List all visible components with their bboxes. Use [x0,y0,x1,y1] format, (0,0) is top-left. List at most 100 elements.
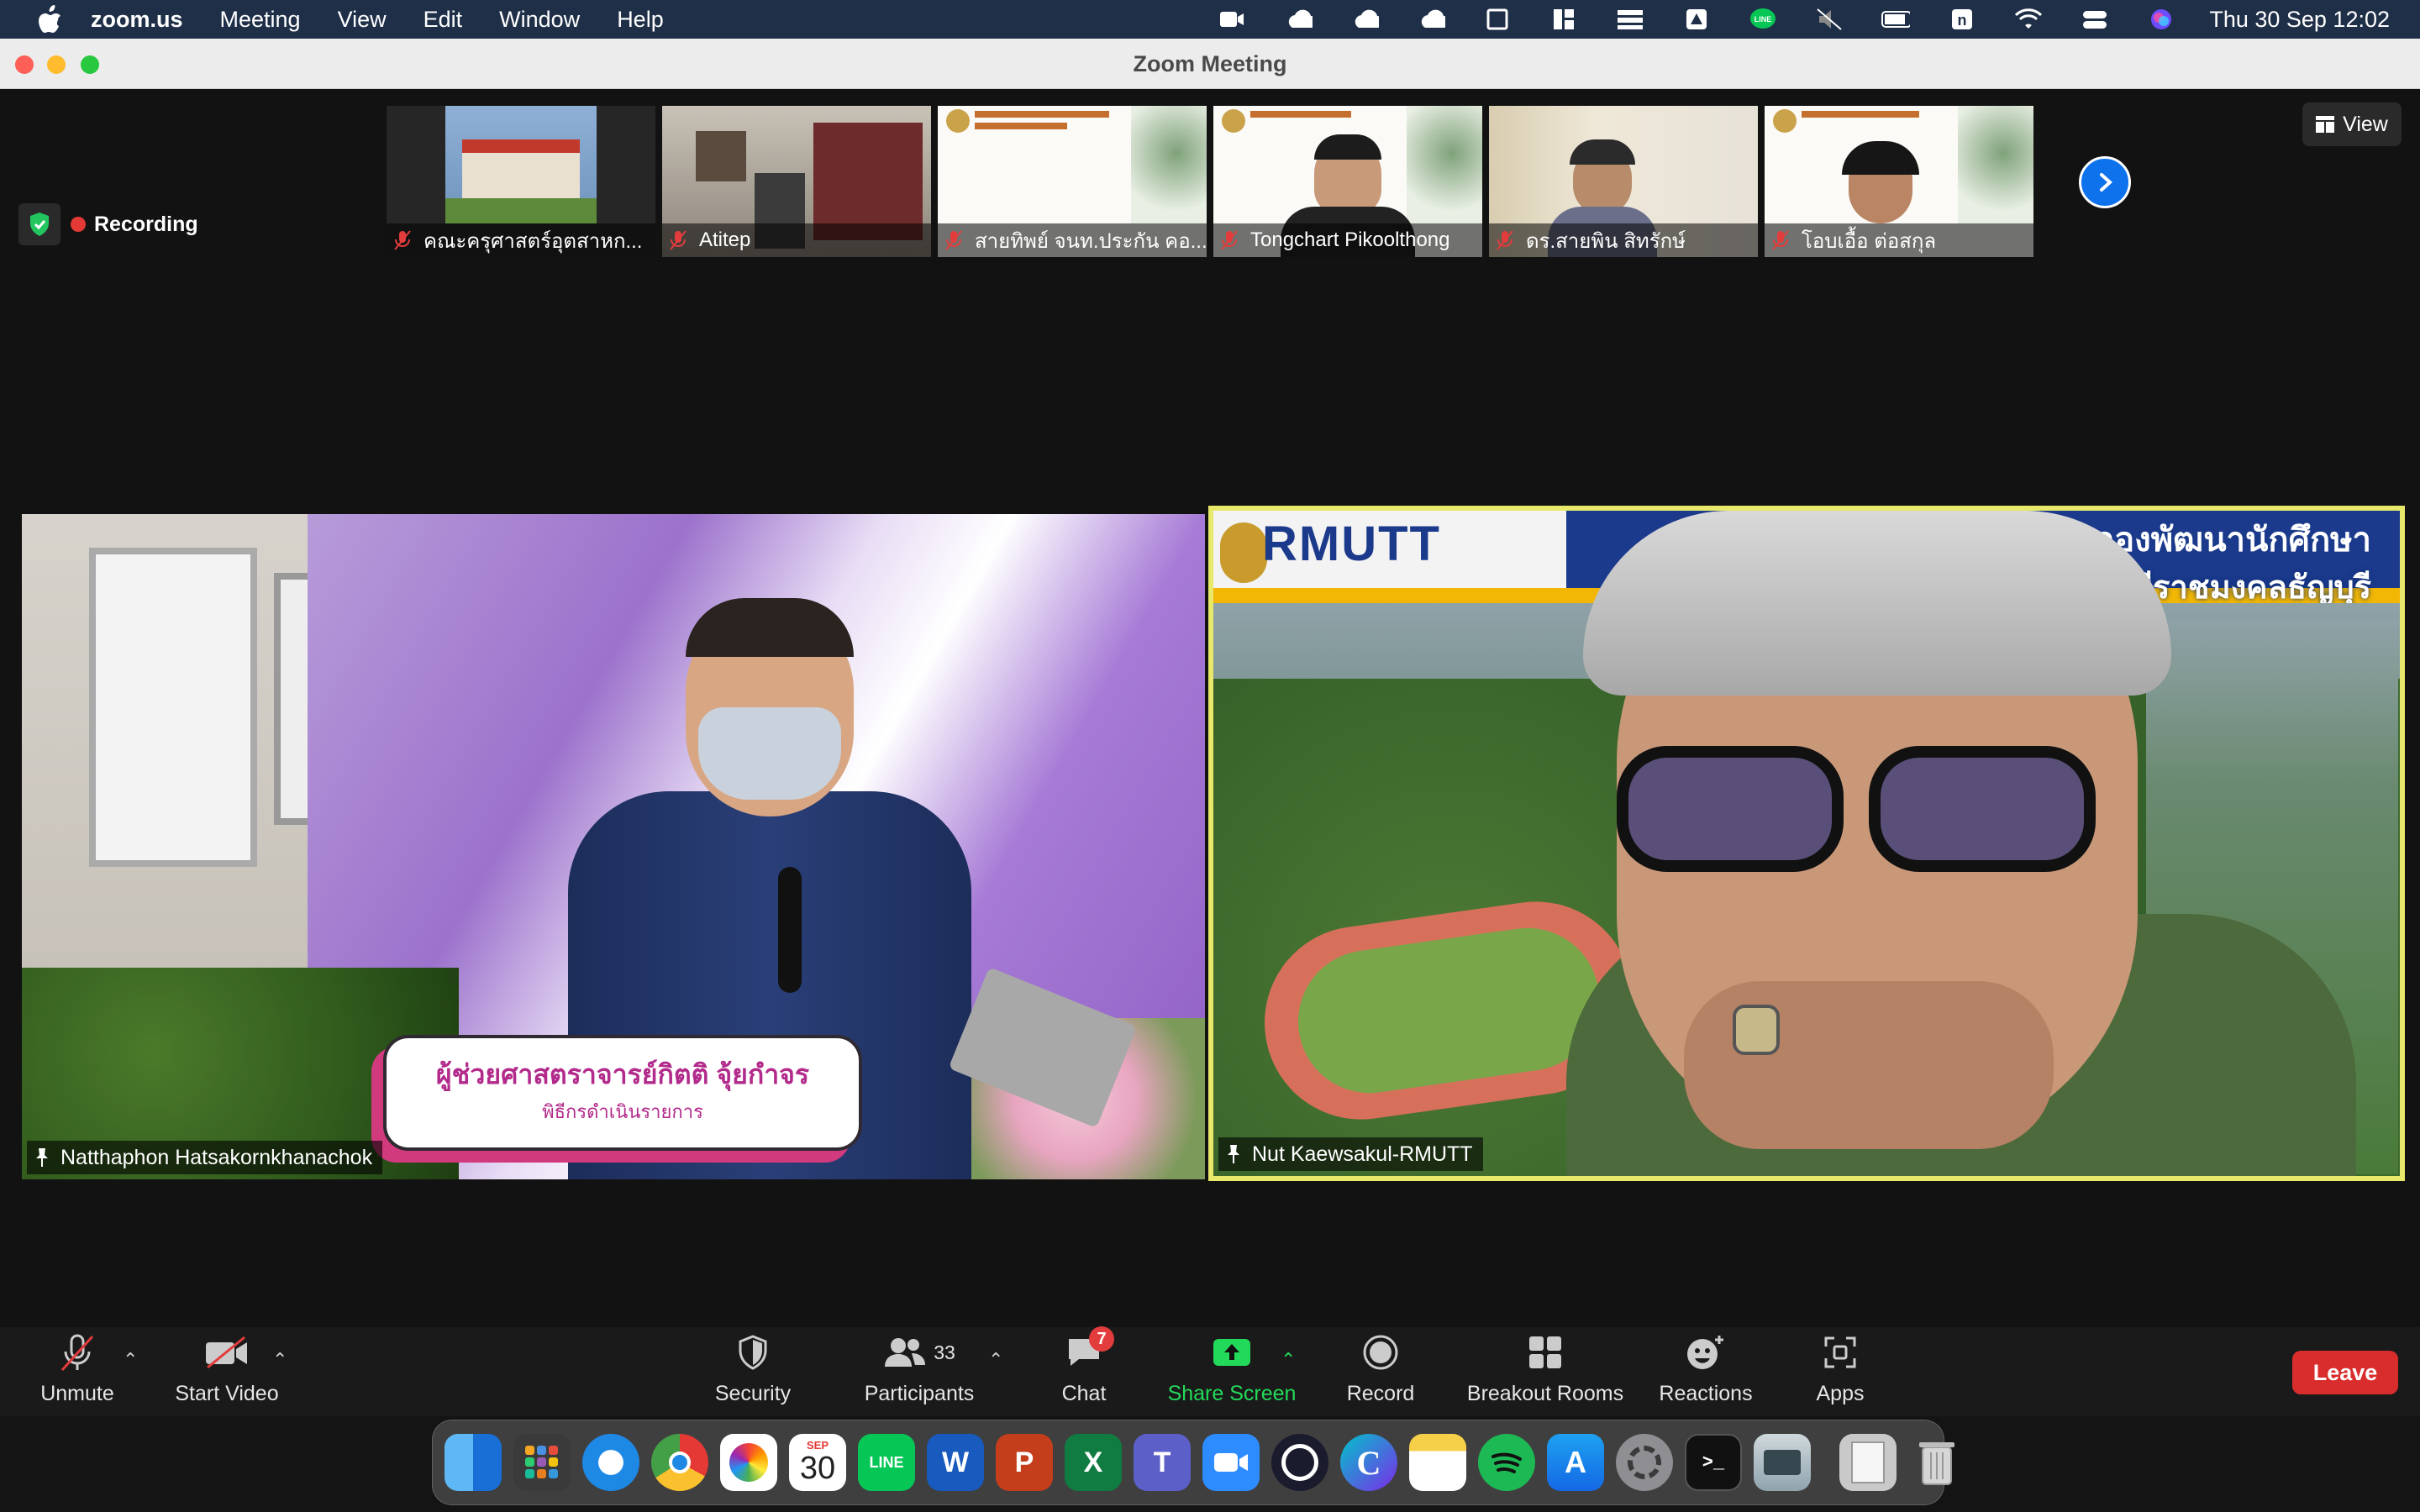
video-off-icon [206,1336,247,1369]
menu-edit[interactable]: Edit [424,7,463,33]
participant-name: Atitep [699,228,751,251]
menu-help[interactable]: Help [617,7,664,33]
app-store-icon[interactable]: A [1547,1434,1604,1491]
recording-indicator[interactable]: Recording [18,203,198,245]
banner-line1: กองพัฒนานักศึกษา [2093,522,2371,559]
wifi-icon[interactable] [2014,7,2043,32]
zoom-dock-icon[interactable] [1202,1434,1260,1491]
calendar-icon[interactable]: SEP 30 [789,1434,846,1491]
excel-icon[interactable]: X [1065,1434,1122,1491]
pin-icon [36,1148,48,1167]
face-mask [698,707,841,800]
layout-icon[interactable] [1549,7,1578,32]
control-center-icon[interactable] [2081,7,2109,32]
participants-options-caret[interactable]: ⌃ [988,1349,1003,1371]
safari-icon[interactable] [582,1434,639,1491]
breakout-rooms-label: Breakout Rooms [1466,1382,1624,1405]
menu-window[interactable]: Window [499,7,580,33]
participant-thumbnail[interactable]: สายทิพย์ จนท.ประกัน คอ... [938,106,1207,257]
trash-icon[interactable] [1908,1434,1965,1491]
pin-icon [1228,1145,1239,1163]
muted-audio-icon[interactable] [1815,7,1844,32]
encryption-shield-icon[interactable] [18,203,60,245]
menu-meeting[interactable]: Meeting [220,7,301,33]
cloud-icon[interactable] [1284,7,1313,32]
photos-icon[interactable] [720,1434,777,1491]
chat-label: Chat [1061,1382,1107,1405]
view-button[interactable]: View [2302,102,2402,146]
leave-button[interactable]: Leave [2292,1351,2398,1394]
documents-folder-icon[interactable] [1839,1434,1897,1491]
siri-icon[interactable] [2147,7,2175,32]
menu-view[interactable]: View [338,7,387,33]
start-video-button[interactable]: Start Video [165,1327,289,1416]
share-options-caret[interactable]: ⌃ [1281,1349,1296,1371]
battery-icon[interactable] [1881,7,1911,32]
cloud-icon[interactable] [1417,7,1446,32]
notion-icon[interactable]: n [1948,7,1976,32]
participant-thumbnail[interactable]: ดร.สายพิน สิทรักษ์ [1489,106,1758,257]
participant-thumbnail[interactable]: คณะครุศาสตร์อุตสาหก... [387,106,655,257]
line-app-icon[interactable]: LINE [858,1434,915,1491]
record-button[interactable]: Record [1343,1327,1418,1416]
leaf-decoration [1131,106,1207,223]
powerpoint-icon[interactable]: P [996,1434,1053,1491]
share-screen-button[interactable]: Share Screen [1163,1327,1301,1416]
finder-icon[interactable] [445,1434,502,1491]
chat-button[interactable]: 7 Chat [1050,1326,1118,1416]
menu-clock[interactable]: Thu 30 Sep 12:02 [2209,7,2390,33]
zoom-tray-icon[interactable] [1218,7,1246,32]
next-page-button[interactable] [2079,156,2131,208]
drive-icon[interactable] [1682,7,1711,32]
participants-count: 33 [934,1341,955,1363]
participant-thumbnail[interactable]: Tongchart Pikoolthong [1213,106,1482,257]
share-screen-label: Share Screen [1167,1382,1297,1405]
seal-logo [946,109,970,133]
obs-icon[interactable] [1271,1434,1328,1491]
overlay-title: ผู้ช่วยศาสตราจารย์กิตติ จุ้ยกำจร [435,1059,810,1089]
mic-muted-icon [670,230,687,250]
participant-thumbnail[interactable]: Atitep [662,106,931,257]
spotify-icon[interactable] [1478,1434,1535,1491]
reactions-button[interactable]: Reactions [1655,1327,1756,1416]
chrome-icon[interactable] [651,1434,708,1491]
audio-options-caret[interactable]: ⌃ [123,1349,138,1371]
word-icon[interactable]: W [927,1434,984,1491]
stack-icon[interactable] [1616,7,1644,32]
apps-button[interactable]: Apps [1807,1327,1874,1416]
menu-app-name[interactable]: zoom.us [91,7,183,33]
participants-button[interactable]: 33 Participants [860,1327,978,1416]
participant-name: คณะครุศาสตร์อุตสาหก... [424,229,643,253]
notes-icon[interactable] [1409,1434,1466,1491]
line-tray-icon[interactable]: LINE [1749,7,1777,32]
apps-icon [1824,1336,1856,1368]
security-button[interactable]: Security [711,1327,795,1416]
menu-bar: zoom.us Meeting View Edit Window Help LI… [0,0,2420,39]
canva-icon[interactable]: C [1340,1434,1397,1491]
launchpad-icon[interactable] [513,1434,571,1491]
unmute-button[interactable]: Unmute [34,1327,121,1416]
breakout-rooms-button[interactable]: Breakout Rooms [1465,1327,1625,1416]
system-preferences-icon[interactable] [1616,1434,1673,1491]
mic-muted-icon [1772,230,1789,250]
video-tile-left[interactable]: ผู้ช่วยศาสตราจารย์กิตติ จุ้ยกำจร พิธีกรด… [22,514,1205,1179]
chat-badge: 7 [1089,1326,1114,1352]
mic-muted-icon [1221,230,1238,250]
preview-icon[interactable] [1754,1434,1811,1491]
participant-name: สายทิพย์ จนท.ประกัน คอ... [975,229,1207,253]
recording-label: Recording [94,212,198,236]
window-title-bar: Zoom Meeting [0,39,2420,89]
name-overlay-card: ผู้ช่วยศาสตราจารย์กิตติ จุ้ยกำจร พิธีกรด… [383,1035,862,1151]
video-options-caret[interactable]: ⌃ [272,1349,287,1371]
building-photo [445,106,597,223]
cloud-icon[interactable] [1350,7,1380,32]
participant-thumbnail[interactable]: โอบเอื้อ ต่อสกุล [1765,106,2033,257]
window-icon[interactable] [1483,7,1512,32]
glasses-left [1617,746,1844,872]
svg-text:n: n [1958,12,1967,29]
terminal-icon[interactable]: >_ [1685,1434,1742,1491]
teams-icon[interactable]: T [1134,1434,1191,1491]
apple-menu-icon[interactable] [35,4,66,34]
video-tile-right-active[interactable]: RMUTT กองพัฒนานักศึกษา โนโลยีราชมงคลธัญบ… [1208,506,2405,1181]
svg-text:LINE: LINE [1754,15,1772,24]
